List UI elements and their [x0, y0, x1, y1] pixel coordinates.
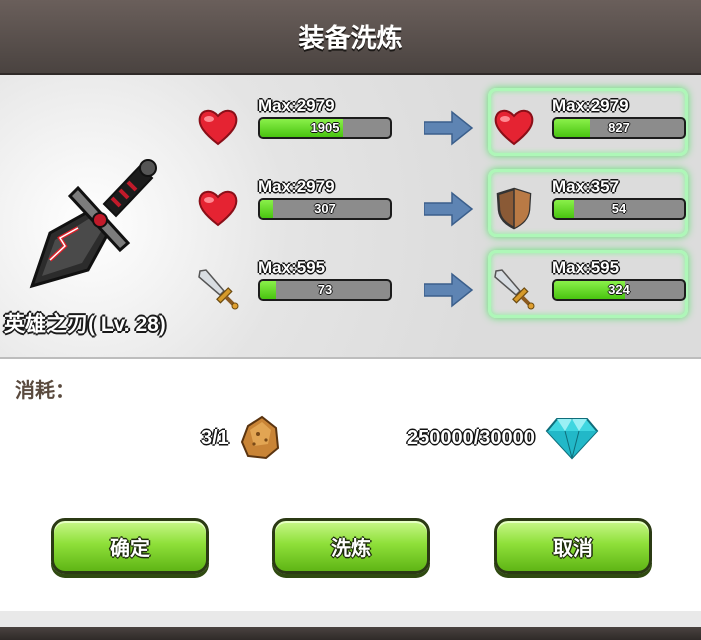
arrow-right-icon — [424, 191, 474, 227]
sword-icon — [494, 269, 535, 310]
current-max-label: Max:2979 — [258, 177, 335, 196]
refined-stat-bar: 827 — [552, 117, 686, 139]
current-stat-bar: 1905 — [258, 117, 392, 139]
refine-stone-icon — [240, 415, 280, 460]
current-stat-bar: 73 — [258, 279, 392, 301]
heart-icon — [198, 109, 238, 146]
current-max-label: Max:595 — [258, 258, 326, 277]
dialog-bottom-border — [0, 611, 701, 640]
cost-label: 消耗： — [15, 380, 75, 402]
refine-button[interactable]: 洗炼 — [272, 518, 430, 574]
heart-icon — [198, 190, 238, 227]
arrow-right-icon — [424, 110, 474, 146]
refined-stat-value: 827 — [608, 120, 630, 135]
refined-max-label: Max:2979 — [552, 96, 629, 115]
refined-max-label: Max:357 — [552, 177, 620, 196]
refined-stat-value: 54 — [611, 201, 627, 216]
arrow-right-icon — [424, 272, 474, 308]
current-stat-bar: 307 — [258, 198, 392, 220]
refined-stat-value: 324 — [608, 282, 630, 297]
heart-icon — [494, 109, 534, 146]
dialog-title: 装备洗炼 — [0, 0, 701, 75]
refined-stat-bar: 54 — [552, 198, 686, 220]
refined-stat-bar: 324 — [552, 279, 686, 301]
diamond-icon — [545, 418, 599, 460]
sword-icon — [198, 269, 239, 310]
current-stat-value: 307 — [314, 201, 336, 216]
refined-max-label: Max:595 — [552, 258, 620, 277]
stone-cost: 3/1 — [201, 427, 229, 449]
sword-weapon-icon — [29, 159, 157, 289]
shield-icon — [496, 187, 532, 230]
current-max-label: Max:2979 — [258, 96, 335, 115]
current-stat-value: 1905 — [310, 120, 340, 135]
current-stat-value: 73 — [317, 282, 333, 297]
cancel-button[interactable]: 取消 — [494, 518, 652, 574]
refine-dialog: 装备洗炼 英雄之刃( Lv. 28) Max:2979 1905 Max:297… — [0, 0, 701, 640]
item-name: 英雄之刃( Lv. 28) — [4, 313, 166, 336]
diamond-cost: 250000/30000 — [407, 427, 535, 449]
confirm-button[interactable]: 确定 — [51, 518, 209, 574]
